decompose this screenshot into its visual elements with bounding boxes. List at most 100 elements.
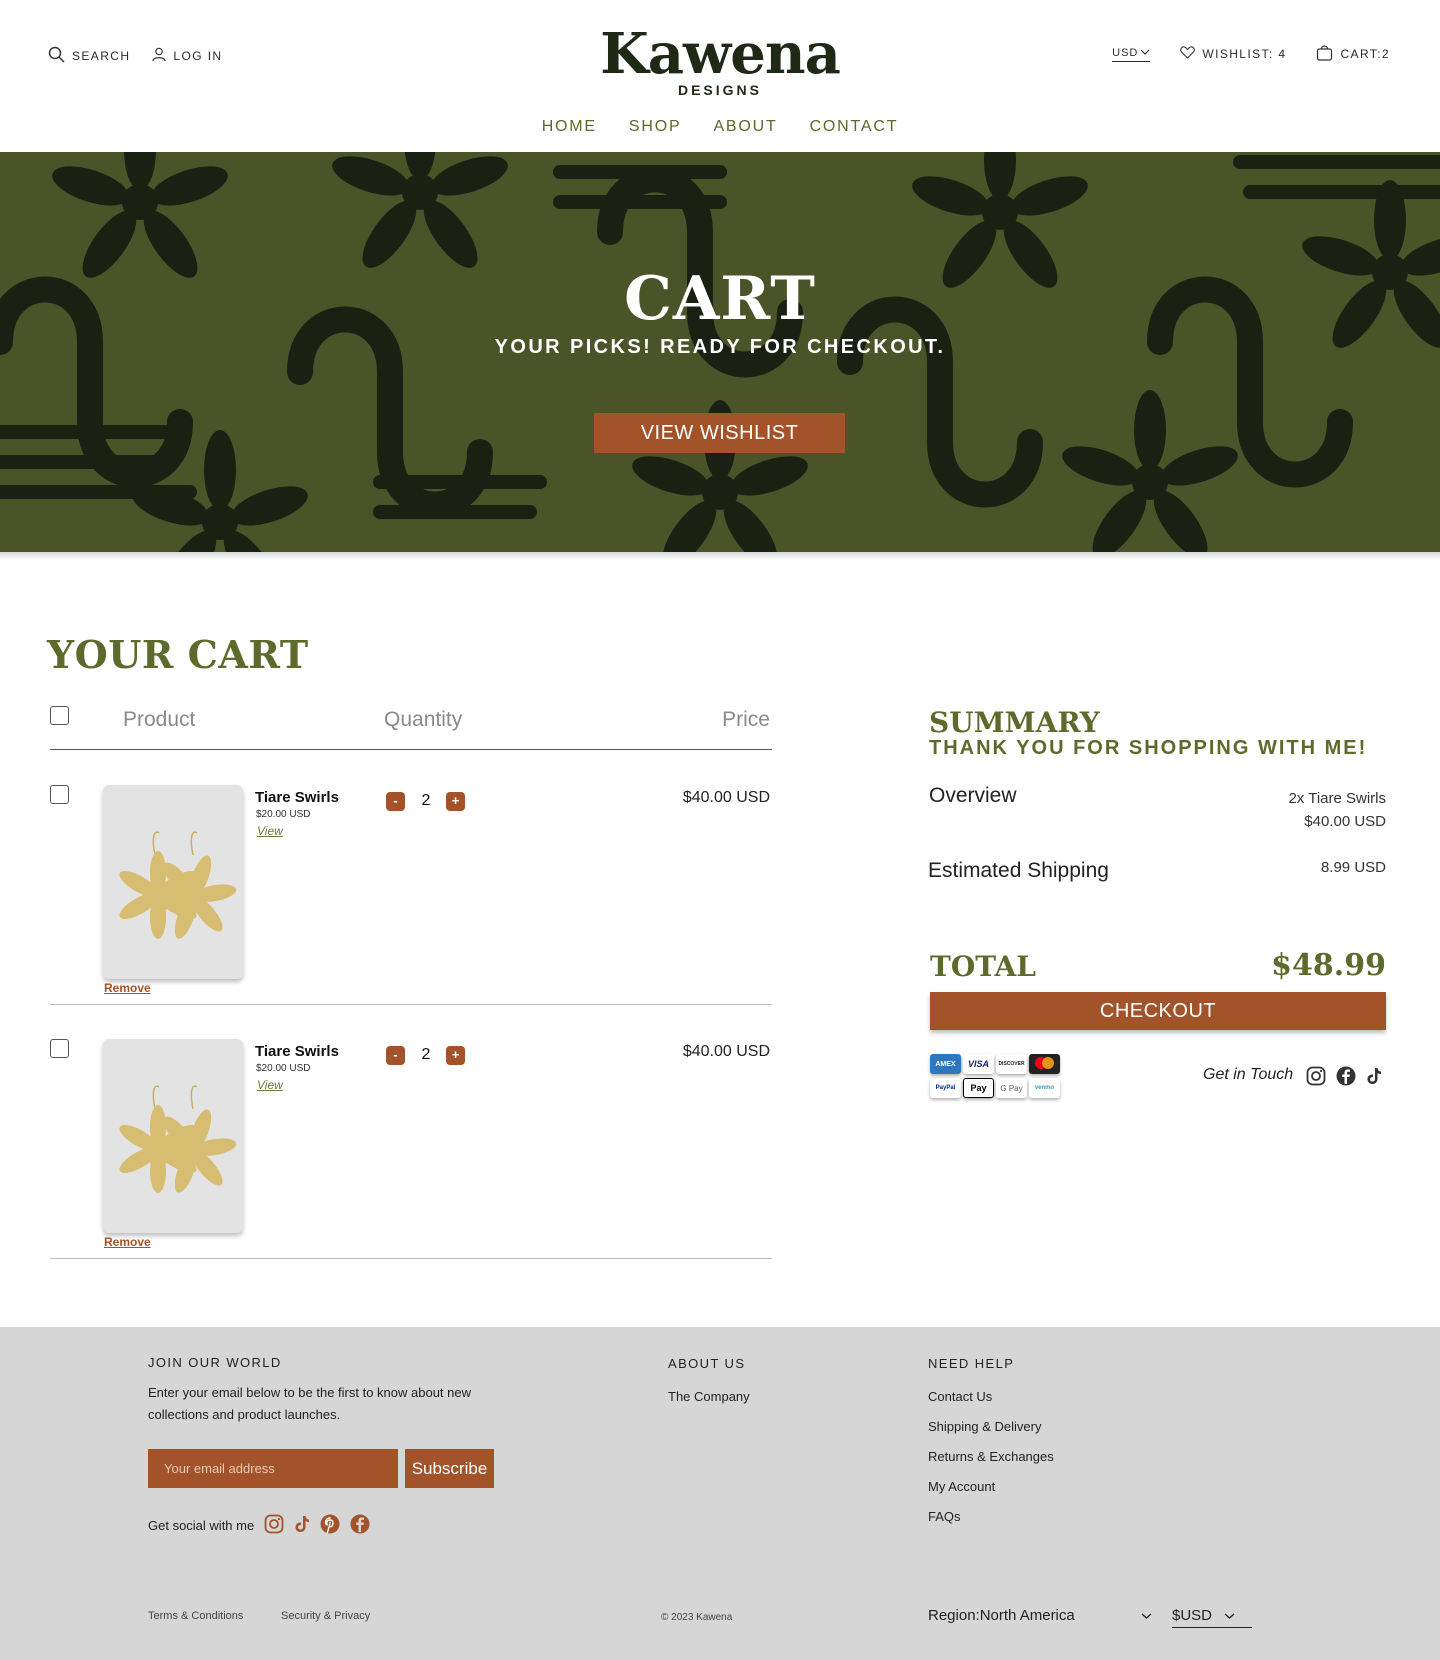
paypal-icon: PayPal (930, 1078, 961, 1098)
quantity-decrease-button[interactable]: - (386, 792, 405, 811)
shipping-value: 8.99 USD (1320, 859, 1386, 876)
item-unit-price: $20.00 USD (256, 1063, 311, 1074)
facebook-icon[interactable] (350, 1514, 370, 1537)
hero-banner: CART YOUR PICKS! READY FOR CHECKOUT. VIE… (0, 152, 1440, 552)
footer-about-title: ABOUT US (668, 1356, 746, 1371)
cart-item-row: Remove Tiare Swirls $20.00 USD View - 2 … (50, 1005, 772, 1259)
footer-join-title: JOIN OUR WORLD (148, 1355, 282, 1370)
email-field[interactable]: Your email address (148, 1449, 398, 1488)
column-header-quantity: Quantity (384, 708, 463, 731)
cart-table-header: Product Quantity Price (50, 700, 772, 750)
nav-item-contact[interactable]: CONTACT (810, 118, 899, 136)
overview-label: Overview (929, 784, 1017, 807)
site-footer: JOIN OUR WORLD Enter your email below to… (0, 1327, 1440, 1660)
chevron-down-icon (1140, 47, 1150, 59)
column-header-product: Product (123, 708, 196, 731)
product-image[interactable] (103, 785, 243, 979)
hero-shadow (0, 552, 1440, 560)
nav-item-home[interactable]: HOME (542, 118, 597, 136)
view-item-link[interactable]: View (257, 824, 283, 838)
footer-link-my-account[interactable]: My Account (928, 1479, 995, 1494)
discover-icon: DISCOVER (996, 1054, 1027, 1074)
quantity-value: 2 (421, 1046, 431, 1063)
checkout-button[interactable]: CHECKOUT (930, 992, 1386, 1030)
hero-subtitle: YOUR PICKS! READY FOR CHECKOUT. (494, 336, 946, 358)
item-name[interactable]: Tiare Swirls (255, 1043, 339, 1060)
region-label: Region:North America (928, 1607, 1075, 1624)
item-checkbox[interactable] (50, 785, 69, 804)
shipping-label: Estimated Shipping (928, 859, 1109, 882)
quantity-increase-button[interactable]: + (446, 792, 465, 811)
facebook-icon[interactable] (1336, 1066, 1356, 1091)
summary-subtitle: THANK YOU FOR SHOPPING WITH ME! (929, 737, 1368, 759)
line-total-price: $40.00 USD (682, 789, 770, 806)
wishlist-label: WISHLIST: 4 (1202, 47, 1287, 61)
cart-title: YOUR CART (47, 632, 309, 677)
remove-item-link[interactable]: Remove (104, 981, 151, 995)
instagram-icon[interactable] (264, 1514, 284, 1537)
logo-subtitle: DESIGNS (677, 82, 762, 98)
cart-label: CART:2 (1340, 47, 1390, 61)
overview-value: 2x Tiare Swirls $40.00 USD (1288, 787, 1386, 833)
hero-title: CART (624, 264, 816, 334)
heart-icon (1180, 46, 1196, 62)
footer-link-shipping[interactable]: Shipping & Delivery (928, 1419, 1041, 1434)
quantity-value: 2 (421, 792, 431, 809)
payment-methods: AMEX VISA DISCOVER PayPal Pay G Pay venm… (930, 1054, 1060, 1098)
column-header-price: Price (722, 708, 770, 731)
footer-link-the-company[interactable]: The Company (668, 1389, 750, 1404)
nav-item-about[interactable]: ABOUT (713, 118, 777, 136)
instagram-icon[interactable] (1306, 1066, 1326, 1091)
security-link[interactable]: Security & Privacy (281, 1610, 370, 1622)
main-nav: HOME SHOP ABOUT CONTACT (0, 118, 1440, 136)
contact-social-links (1306, 1066, 1382, 1091)
line-total-price: $40.00 USD (682, 1043, 770, 1060)
item-unit-price: $20.00 USD (256, 809, 311, 820)
amex-icon: AMEX (930, 1054, 961, 1074)
product-image[interactable] (103, 1039, 243, 1233)
footer-help-title: NEED HELP (928, 1356, 1015, 1371)
footer-join-text: Enter your email below to be the first t… (148, 1385, 472, 1422)
wishlist-link[interactable]: WISHLIST: 4 (1180, 46, 1286, 62)
footer-social: Get social with me (148, 1514, 370, 1537)
view-wishlist-button[interactable]: VIEW WISHLIST (594, 413, 845, 453)
site-header: SEARCH LOG IN Kawena DESIGNS USD WISHLIS… (0, 0, 1440, 152)
region-selector[interactable]: Region:North America (928, 1607, 1152, 1624)
view-item-link[interactable]: View (257, 1078, 283, 1092)
item-checkbox[interactable] (50, 1039, 69, 1058)
total-label: TOTAL (930, 950, 1036, 983)
overview-items: 2x Tiare Swirls (1288, 790, 1386, 807)
shopping-bag-icon (1316, 44, 1333, 64)
subscribe-button[interactable]: Subscribe (405, 1449, 494, 1488)
total-value: $48.99 (1271, 948, 1386, 983)
remove-item-link[interactable]: Remove (104, 1235, 151, 1249)
footer-link-contact-us[interactable]: Contact Us (928, 1389, 992, 1404)
footer-social-label: Get social with me (148, 1518, 255, 1533)
quantity-decrease-button[interactable]: - (386, 1046, 405, 1065)
quantity-increase-button[interactable]: + (446, 1046, 465, 1065)
terms-link[interactable]: Terms & Conditions (148, 1610, 243, 1622)
summary-title: SUMMARY (929, 706, 1100, 739)
pinterest-icon[interactable] (320, 1514, 340, 1537)
tiktok-icon[interactable] (1366, 1067, 1382, 1090)
nav-item-shop[interactable]: SHOP (629, 118, 682, 136)
currency-label: USD (1112, 46, 1139, 59)
copyright: © 2023 Kawena (661, 1612, 733, 1623)
get-in-touch-label: Get in Touch (1203, 1066, 1294, 1083)
cart-item-row: Remove Tiare Swirls $20.00 USD View - 2 … (50, 751, 772, 1005)
mastercard-icon (1029, 1054, 1060, 1074)
footer-currency-label: $USD (1172, 1607, 1213, 1624)
chevron-down-icon (1141, 1607, 1152, 1624)
apple-pay-icon: Pay (963, 1078, 994, 1098)
chevron-down-icon (1224, 1607, 1235, 1624)
footer-link-returns[interactable]: Returns & Exchanges (928, 1449, 1054, 1464)
header-right-actions: USD WISHLIST: 4 CART:2 (1112, 44, 1390, 64)
footer-link-faqs[interactable]: FAQs (928, 1509, 961, 1524)
select-all-checkbox[interactable] (50, 706, 69, 725)
tiktok-icon[interactable] (294, 1515, 310, 1536)
currency-selector[interactable]: USD (1112, 46, 1151, 62)
cart-link[interactable]: CART:2 (1316, 44, 1390, 64)
footer-currency-selector[interactable]: $USD (1172, 1607, 1252, 1628)
google-pay-icon: G Pay (996, 1078, 1027, 1098)
item-name[interactable]: Tiare Swirls (255, 789, 339, 806)
